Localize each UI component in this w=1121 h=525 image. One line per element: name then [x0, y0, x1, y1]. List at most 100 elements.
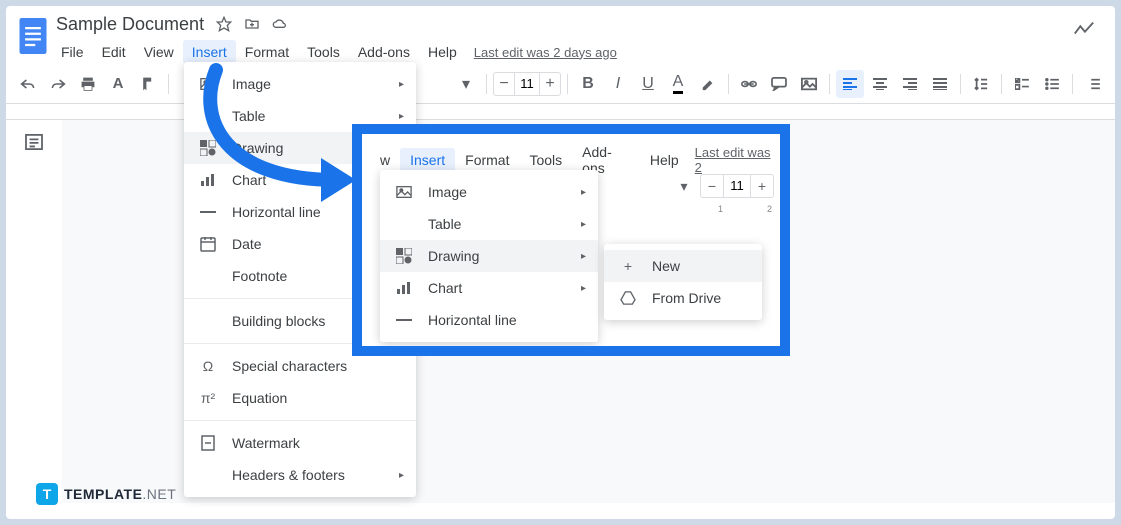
blocks-icon	[198, 311, 218, 331]
callout-menu-help[interactable]: Help	[640, 148, 689, 172]
menu-label: Drawing	[232, 140, 283, 156]
activity-icon[interactable]	[1073, 22, 1095, 41]
image-icon	[198, 74, 218, 94]
bulleted-list-button[interactable]	[1038, 70, 1066, 98]
cloud-icon[interactable]	[272, 16, 288, 32]
menu-help[interactable]: Help	[419, 40, 466, 64]
insert-image[interactable]: Image▸	[184, 68, 416, 100]
spellcheck-button[interactable]: A	[104, 70, 132, 98]
text-color-button[interactable]: A	[664, 70, 692, 98]
separator	[960, 74, 961, 94]
outline-icon[interactable]	[25, 134, 43, 503]
drawing-icon	[394, 246, 414, 266]
redo-button[interactable]	[44, 70, 72, 98]
menu-addons[interactable]: Add-ons	[349, 40, 419, 64]
link-button[interactable]	[735, 70, 763, 98]
separator	[168, 74, 169, 94]
last-edit-link[interactable]: Last edit was 2 days ago	[474, 45, 617, 60]
callout-insert-dropdown: Image▸ Table▸ Drawing▸ Chart▸ Horizontal…	[380, 170, 598, 342]
menu-label: Table	[232, 108, 265, 124]
callout-last-edit[interactable]: Last edit was 2	[695, 145, 774, 175]
callout-menu-tools[interactable]: Tools	[519, 148, 572, 172]
align-center-button[interactable]	[866, 70, 894, 98]
bold-button[interactable]: B	[574, 70, 602, 98]
menu-label: From Drive	[652, 290, 721, 306]
document-title[interactable]: Sample Document	[56, 14, 204, 35]
font-size-value[interactable]: 11	[514, 73, 540, 95]
menu-label: New	[652, 258, 680, 274]
chevron-right-icon: ▸	[399, 79, 404, 90]
ruler-tick: 2	[767, 204, 772, 218]
callout-font-value[interactable]: 11	[723, 175, 751, 197]
image-icon	[394, 182, 414, 202]
callout-dropdown-caret[interactable]: ▾	[672, 174, 696, 198]
hline-icon	[198, 202, 218, 222]
menu-format[interactable]: Format	[236, 40, 298, 64]
drive-icon	[618, 288, 638, 308]
print-button[interactable]	[74, 70, 102, 98]
line-spacing-button[interactable]	[967, 70, 995, 98]
menu-tools[interactable]: Tools	[298, 40, 349, 64]
checklist-button[interactable]	[1008, 70, 1036, 98]
callout-insert-chart[interactable]: Chart▸	[380, 272, 598, 304]
separator	[1072, 74, 1073, 94]
menu-label: Headers & footers	[232, 467, 345, 483]
callout-menu-format[interactable]: Format	[455, 148, 519, 172]
chevron-right-icon: ▸	[581, 251, 586, 262]
insert-headers-footers[interactable]: Headers & footers ▸	[184, 459, 416, 491]
zoom-menu[interactable]: ▾	[452, 70, 480, 98]
callout-font-increase[interactable]: +	[751, 175, 773, 197]
chevron-right-icon: ▸	[399, 470, 404, 481]
align-justify-button[interactable]	[926, 70, 954, 98]
callout-insert-table[interactable]: Table▸	[380, 208, 598, 240]
menu-insert[interactable]: Insert	[183, 40, 236, 64]
undo-button[interactable]	[14, 70, 42, 98]
drawing-from-drive[interactable]: From Drive	[604, 282, 762, 314]
menu-view[interactable]: View	[135, 40, 183, 64]
callout-view-stub: w	[370, 148, 400, 172]
insert-equation[interactable]: π²Equation	[184, 382, 416, 414]
omega-icon: Ω	[198, 356, 218, 376]
underline-button[interactable]: U	[634, 70, 662, 98]
callout-insert-hline[interactable]: Horizontal line	[380, 304, 598, 336]
font-size-control[interactable]: − 11 +	[493, 72, 561, 96]
font-size-decrease[interactable]: −	[494, 75, 514, 93]
chart-icon	[394, 278, 414, 298]
callout-ruler: 1 2	[718, 204, 772, 218]
insert-watermark[interactable]: Watermark	[184, 427, 416, 459]
chart-icon	[198, 170, 218, 190]
paint-format-button[interactable]	[134, 70, 162, 98]
ruler	[6, 104, 1115, 120]
move-icon[interactable]	[244, 16, 260, 32]
highlight-button[interactable]	[694, 70, 722, 98]
image-button[interactable]	[795, 70, 823, 98]
menu-edit[interactable]: Edit	[93, 40, 135, 64]
menu-file[interactable]: File	[52, 40, 93, 64]
docs-logo[interactable]	[14, 12, 52, 60]
align-right-button[interactable]	[896, 70, 924, 98]
logo-text: TEMPLATE.NET	[64, 486, 176, 502]
font-size-increase[interactable]: +	[540, 75, 560, 93]
separator	[728, 74, 729, 94]
separator	[486, 74, 487, 94]
callout-insert-image[interactable]: Image▸	[380, 176, 598, 208]
drawing-submenu: + New From Drive	[604, 244, 762, 320]
menu-label: Image	[428, 184, 467, 200]
callout-menu-insert[interactable]: Insert	[400, 148, 455, 172]
star-icon[interactable]	[216, 16, 232, 32]
menu-label: Watermark	[232, 435, 300, 451]
callout-font-size[interactable]: − 11 +	[700, 174, 774, 198]
callout-font-decrease[interactable]: −	[701, 175, 723, 197]
numbered-list-button[interactable]	[1079, 70, 1107, 98]
date-icon	[198, 234, 218, 254]
comment-button[interactable]	[765, 70, 793, 98]
ruler-tick: 1	[718, 204, 723, 218]
menu-label: Date	[232, 236, 262, 252]
callout-insert-drawing[interactable]: Drawing▸	[380, 240, 598, 272]
plus-icon: +	[618, 256, 638, 276]
menu-label: Building blocks	[232, 313, 325, 329]
drawing-new[interactable]: + New	[604, 250, 762, 282]
align-left-button[interactable]	[836, 70, 864, 98]
chevron-right-icon: ▸	[581, 219, 586, 230]
italic-button[interactable]: I	[604, 70, 632, 98]
